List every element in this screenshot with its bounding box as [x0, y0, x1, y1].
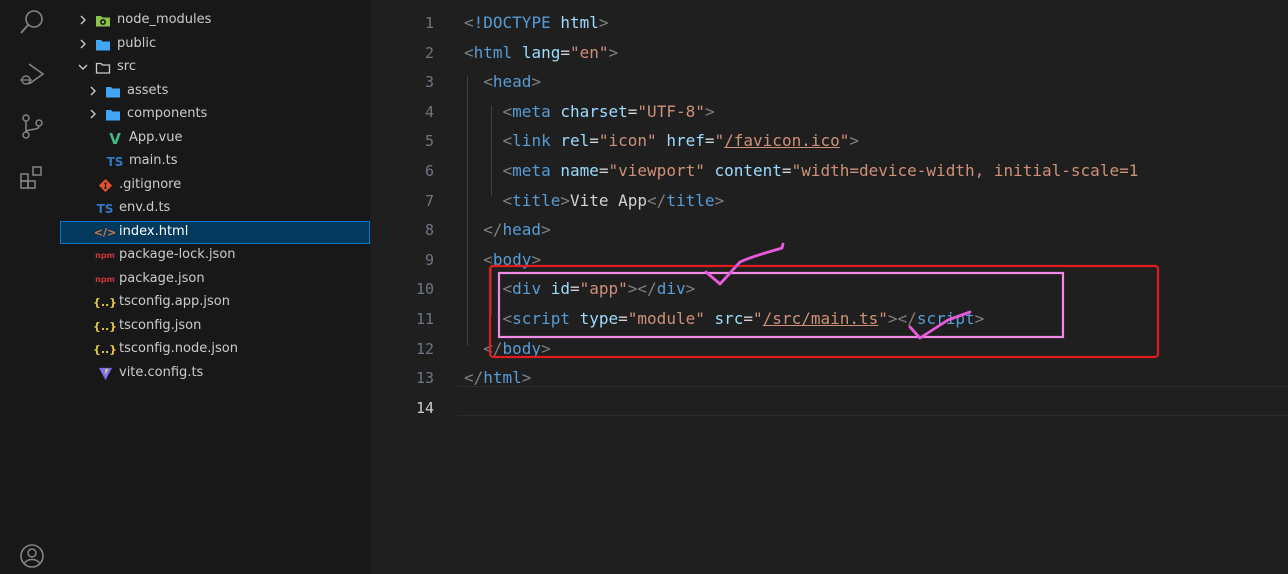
tree-item-index-html[interactable]: </> index.html — [60, 221, 370, 244]
folder-open-icon — [94, 58, 112, 77]
check-mark-2 — [908, 310, 972, 340]
red-highlight-box — [488, 264, 1160, 359]
node-modules-folder-icon — [94, 11, 112, 30]
activity-bar — [0, 0, 60, 574]
run-debug-icon[interactable] — [18, 60, 46, 88]
typescript-file-icon: TS — [106, 154, 124, 169]
chevron-down-icon[interactable] — [76, 60, 90, 74]
pink-highlight-box — [497, 271, 1065, 339]
tree-item-label: tsconfig.json — [119, 318, 202, 333]
tree-item-label: package.json — [119, 271, 205, 286]
npm-file-icon: npm — [95, 251, 115, 260]
tree-item-tsconfig-node-json[interactable]: {..} tsconfig.node.json — [60, 338, 370, 361]
tree-item-label: main.ts — [129, 153, 178, 168]
folder-icon — [104, 105, 122, 124]
tree-item-label: src — [117, 59, 136, 74]
chevron-right-icon[interactable] — [76, 13, 90, 27]
check-mark-1 — [704, 242, 785, 286]
typescript-file-icon: TS — [96, 201, 114, 216]
git-file-icon — [96, 176, 114, 195]
vue-file-icon: V — [109, 129, 121, 148]
tree-item-label: index.html — [119, 224, 189, 239]
tree-item-main-ts[interactable]: TS main.ts — [60, 150, 370, 173]
tree-item-label: .gitignore — [119, 177, 182, 192]
tree-item-label: node_modules — [117, 12, 212, 27]
folder-icon — [104, 82, 122, 101]
chevron-right-icon[interactable] — [76, 37, 90, 51]
account-icon[interactable] — [18, 542, 46, 570]
tree-item-env-d-ts[interactable]: TS env.d.ts — [60, 197, 370, 220]
tree-item-package-lock-json[interactable]: npm package-lock.json — [60, 244, 370, 267]
tree-item-vite-config-ts[interactable]: vite.config.ts — [60, 362, 370, 385]
tree-item-label: tsconfig.node.json — [119, 341, 238, 356]
search-icon[interactable] — [18, 8, 46, 36]
tree-item-label: App.vue — [129, 130, 183, 145]
tree-item-label: components — [127, 106, 208, 121]
chevron-right-icon[interactable] — [86, 84, 100, 98]
npm-file-icon: npm — [95, 275, 115, 284]
tree-item-label: env.d.ts — [119, 200, 171, 215]
html-file-icon: </> — [93, 226, 117, 239]
tree-item-label: tsconfig.app.json — [119, 294, 230, 309]
tree-item-public[interactable]: public — [60, 33, 370, 56]
tree-item-label: public — [117, 36, 157, 51]
chevron-right-icon[interactable] — [86, 107, 100, 121]
tree-item-tsconfig-json[interactable]: {..} tsconfig.json — [60, 315, 370, 338]
tree-item-label: package-lock.json — [119, 247, 236, 262]
tree-item-components[interactable]: components — [60, 103, 370, 126]
tree-item-label: assets — [127, 83, 169, 98]
tree-item-label: vite.config.ts — [119, 365, 204, 380]
explorer-sidebar: node_modulespublic src assets components V Ap… — [60, 0, 370, 574]
tree-item-package-json[interactable]: npm package.json — [60, 268, 370, 291]
json-file-icon: {..} — [92, 343, 118, 356]
tree-item-src[interactable]: src — [60, 56, 370, 79]
source-control-icon[interactable] — [18, 112, 46, 140]
tree-item-node-modules[interactable]: node_modules — [60, 9, 370, 32]
json-file-icon: {..} — [92, 296, 118, 309]
annotation-overlay — [488, 242, 1160, 359]
tree-item-tsconfig-app-json[interactable]: {..} tsconfig.app.json — [60, 291, 370, 314]
tree-item-app-vue[interactable]: V App.vue — [60, 127, 370, 150]
folder-icon — [94, 35, 112, 54]
tree-item-gitignore[interactable]: .gitignore — [60, 174, 370, 197]
json-file-icon: {..} — [92, 320, 118, 333]
vite-file-icon — [96, 364, 114, 383]
tree-item-assets[interactable]: assets — [60, 80, 370, 103]
extensions-icon[interactable] — [18, 164, 46, 192]
code-editor[interactable]: 1 2 3 4 5 6 7 8 9 10 11 12 13 14 <!DOCTYPE html> <html… — [370, 0, 1288, 574]
